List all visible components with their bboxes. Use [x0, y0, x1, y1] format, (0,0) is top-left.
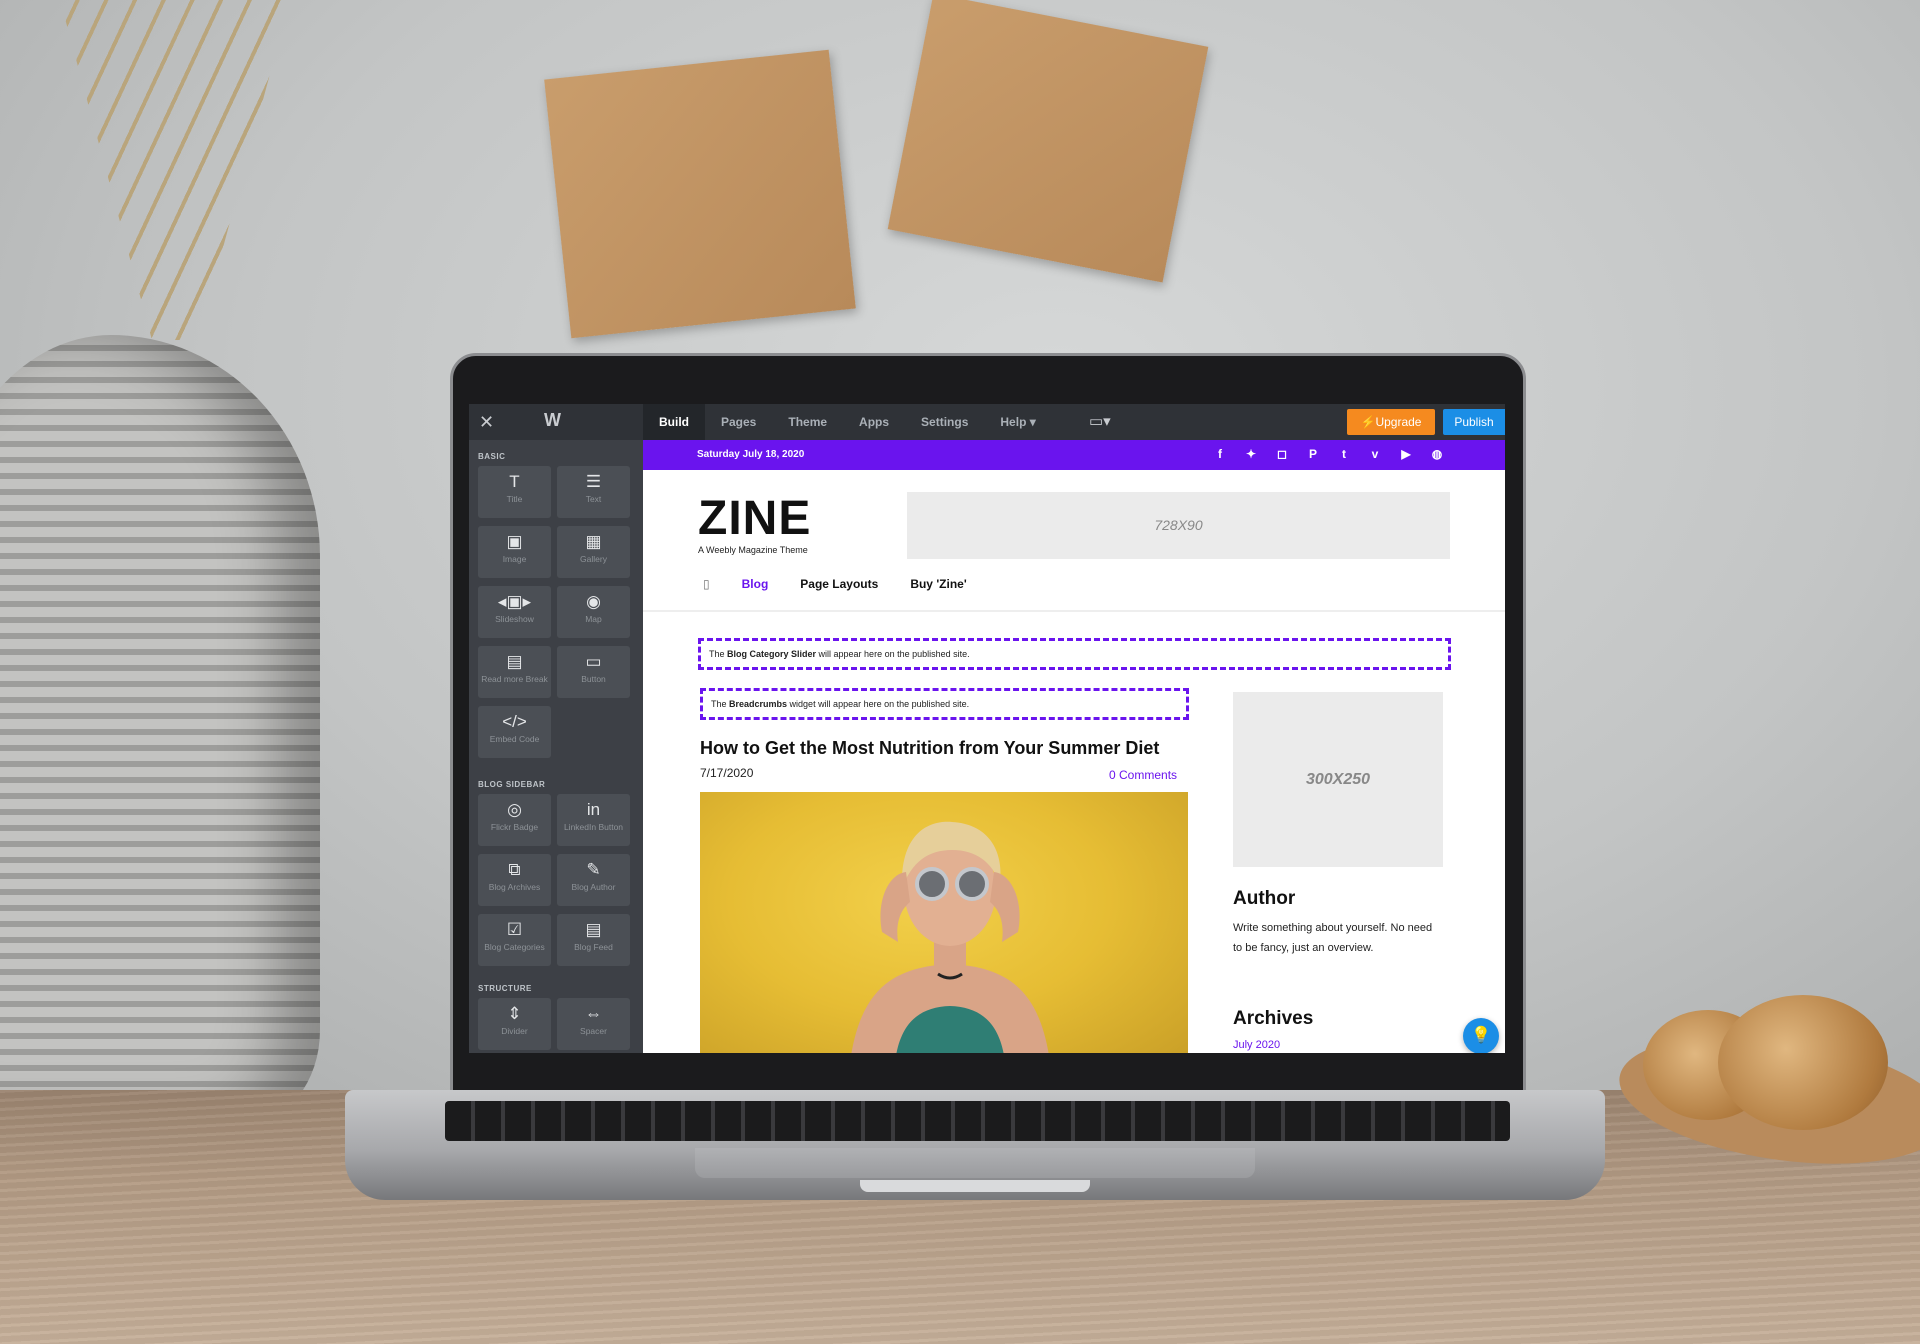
tab-theme[interactable]: Theme [772, 404, 843, 440]
section-structure: STRUCTURE [478, 984, 532, 993]
date-bar: Saturday July 18, 2020 f ✦ ◻ P t v ▶ ◍ [643, 440, 1505, 470]
tile-button[interactable]: ▭ Button [557, 646, 630, 698]
site-menu: ▯ Blog Page Layouts Buy 'Zine' [703, 577, 967, 591]
tile-flickr-badge[interactable]: ◎ Flickr Badge [478, 794, 551, 846]
tab-help[interactable]: Help ▾ [984, 404, 1051, 440]
site-tagline: A Weebly Magazine Theme [698, 545, 808, 555]
instagram-icon[interactable]: ◻ [1274, 447, 1290, 461]
tile-title[interactable]: T Title [478, 466, 551, 518]
cookie [1718, 995, 1888, 1130]
laptop-trackpad [695, 1148, 1255, 1178]
pinterest-icon[interactable]: P [1305, 447, 1321, 461]
gallery-icon: ▦ [585, 532, 602, 551]
post-featured-image[interactable] [700, 792, 1188, 1053]
tumblr-icon[interactable]: t [1336, 447, 1352, 461]
map-icon: ◉ [586, 592, 601, 611]
laptop-screen: ✕ W Build Pages Theme Apps Settings Help… [469, 404, 1505, 1053]
menu-item-blog[interactable]: Blog [742, 577, 769, 591]
tile-linkedin-button[interactable]: in LinkedIn Button [557, 794, 630, 846]
laptop-notch [860, 1180, 1090, 1192]
menu-item-page-layouts[interactable]: Page Layouts [800, 577, 878, 591]
post-comments-link[interactable]: 0 Comments [1109, 768, 1177, 782]
ribbed-vase [0, 335, 320, 1125]
tab-apps[interactable]: Apps [843, 404, 905, 440]
elements-sidebar: BASIC T Title ☰ Text ▣ Image ▦ Gallery ◂▣▸ Sl… [469, 440, 643, 1053]
tile-blog-author[interactable]: ✎ Blog Author [557, 854, 630, 906]
tile-blog-archives[interactable]: ⧉ Blog Archives [478, 854, 551, 906]
site-date: Saturday July 18, 2020 [697, 449, 805, 460]
tile-read-more[interactable]: ▤ Read more Break [478, 646, 551, 698]
tile-text[interactable]: ☰ Text [557, 466, 630, 518]
image-icon: ▣ [506, 532, 523, 551]
tile-blog-feed[interactable]: ▤ Blog Feed [557, 914, 630, 966]
social-icons: f ✦ ◻ P t v ▶ ◍ [1212, 447, 1445, 461]
tile-image[interactable]: ▣ Image [478, 526, 551, 578]
menu-item-buy-zine[interactable]: Buy 'Zine' [910, 577, 966, 591]
tile-gallery[interactable]: ▦ Gallery [557, 526, 630, 578]
embed-code-icon: </> [502, 712, 527, 731]
tile-blog-categories[interactable]: ☑ Blog Categories [478, 914, 551, 966]
facebook-icon[interactable]: f [1212, 447, 1228, 461]
upgrade-button[interactable]: ⚡Upgrade [1347, 409, 1435, 435]
weebly-logo-icon: W [544, 410, 561, 430]
tab-pages[interactable]: Pages [705, 404, 772, 440]
laptop-keyboard [445, 1101, 1510, 1141]
lightbulb-icon[interactable]: 💡 [1463, 1018, 1499, 1053]
woman-photo-illustration [851, 821, 1049, 1053]
title-icon: T [509, 472, 520, 491]
site-canvas: Saturday July 18, 2020 f ✦ ◻ P t v ▶ ◍ Z… [643, 440, 1505, 1053]
twitter-icon[interactable]: ✦ [1243, 447, 1259, 461]
tab-settings[interactable]: Settings [905, 404, 984, 440]
dribbble-icon[interactable]: ◍ [1429, 447, 1445, 461]
slideshow-icon: ◂▣▸ [497, 592, 532, 611]
archives-widget-title: Archives [1233, 1008, 1314, 1029]
categories-icon: ☑ [506, 920, 523, 939]
home-icon[interactable]: ▯ [703, 577, 710, 591]
vimeo-icon[interactable]: v [1367, 447, 1383, 461]
button-icon: ▭ [585, 652, 602, 671]
author-widget-title: Author [1233, 888, 1296, 909]
tile-embed-code[interactable]: </> Embed Code [478, 706, 551, 758]
archives-icon: ⧉ [508, 860, 521, 879]
tile-slideshow[interactable]: ◂▣▸ Slideshow [478, 586, 551, 638]
editor-nav: Build Pages Theme Apps Settings Help ▾ [643, 404, 1052, 440]
flickr-icon: ◎ [507, 800, 522, 819]
publish-button[interactable]: Publish [1443, 409, 1505, 435]
tile-map[interactable]: ◉ Map [557, 586, 630, 638]
blog-category-slider-placeholder[interactable]: The Blog Category Slider will appear her… [698, 638, 1451, 670]
section-blog-sidebar: BLOG SIDEBAR [478, 780, 546, 789]
spacer-icon: ⇔ [585, 1004, 602, 1023]
ad-placeholder-sidebar: 300X250 [1233, 692, 1443, 867]
post-title[interactable]: How to Get the Most Nutrition from Your … [700, 738, 1159, 759]
post-date: 7/17/2020 [700, 766, 754, 780]
close-icon[interactable]: ✕ [479, 412, 494, 433]
linkedin-icon: in [586, 800, 601, 819]
divider-icon: ⇕ [507, 1004, 522, 1023]
author-icon: ✎ [586, 860, 601, 879]
feed-icon: ▤ [585, 920, 602, 939]
editor-topbar: ✕ W Build Pages Theme Apps Settings Help… [469, 404, 1505, 440]
upgrade-label: Upgrade [1375, 415, 1422, 429]
youtube-icon[interactable]: ▶ [1398, 447, 1414, 461]
ad-placeholder-leaderboard: 728X90 [907, 492, 1450, 559]
site-logo[interactable]: ZINE [698, 495, 811, 543]
header-divider [643, 610, 1505, 612]
tile-spacer[interactable]: ⇔ Spacer [557, 998, 630, 1050]
archives-link-july-2020[interactable]: July 2020 [1233, 1039, 1280, 1051]
tab-build[interactable]: Build [643, 404, 705, 440]
paper-note-left [544, 49, 856, 339]
tile-divider[interactable]: ⇕ Divider [478, 998, 551, 1050]
section-basic: BASIC [478, 452, 506, 461]
breadcrumbs-placeholder[interactable]: The Breadcrumbs widget will appear here … [700, 688, 1189, 720]
text-icon: ☰ [585, 472, 602, 491]
bolt-icon: ⚡ [1360, 415, 1376, 429]
read-more-icon: ▤ [506, 652, 523, 671]
device-preview-icon[interactable]: ▭▾ [1089, 412, 1111, 430]
author-widget-text: Write something about yourself. No need … [1233, 922, 1433, 954]
